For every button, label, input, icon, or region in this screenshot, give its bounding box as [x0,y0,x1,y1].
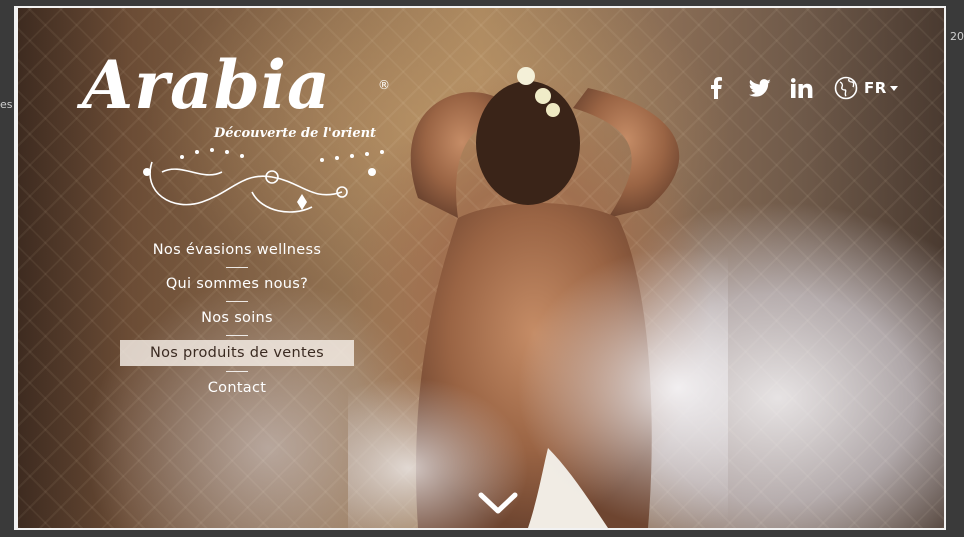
menu-divider [226,370,248,372]
globe-icon [834,76,858,100]
menu-item-contact[interactable]: Contact [120,376,354,400]
facebook-icon[interactable] [704,76,728,100]
registered-mark: ® [378,78,390,92]
logo-ornament-icon [143,148,384,213]
twitter-icon[interactable] [748,76,772,100]
linkedin-icon[interactable] [790,76,814,100]
chevron-down-icon[interactable] [478,491,518,517]
menu-divider [226,266,248,268]
left-edge-text: es [0,98,13,111]
logo-wordmark: Arabia [82,46,331,124]
menu-divider [226,334,248,336]
brand-logo[interactable]: Arabia ® Découverte de l'orient [82,52,392,217]
language-selector[interactable]: FR [834,76,898,100]
right-edge-text: 20 [950,30,964,43]
main-navigation: Nos évasions wellness Qui sommes nous? N… [120,238,354,400]
menu-item-nos-produits[interactable]: Nos produits de ventes [120,340,354,366]
hero-banner: Arabia ® Découverte de l'orient Nos évas… [18,8,944,528]
language-label: FR [864,79,887,97]
menu-item-evasions-wellness[interactable]: Nos évasions wellness [120,238,354,262]
hero-figure-image [348,67,728,528]
menu-item-nos-soins[interactable]: Nos soins [120,306,354,330]
menu-divider [226,300,248,302]
menu-item-qui-sommes-nous[interactable]: Qui sommes nous? [120,272,354,296]
caret-down-icon [889,85,898,91]
social-links: FR [704,72,898,104]
